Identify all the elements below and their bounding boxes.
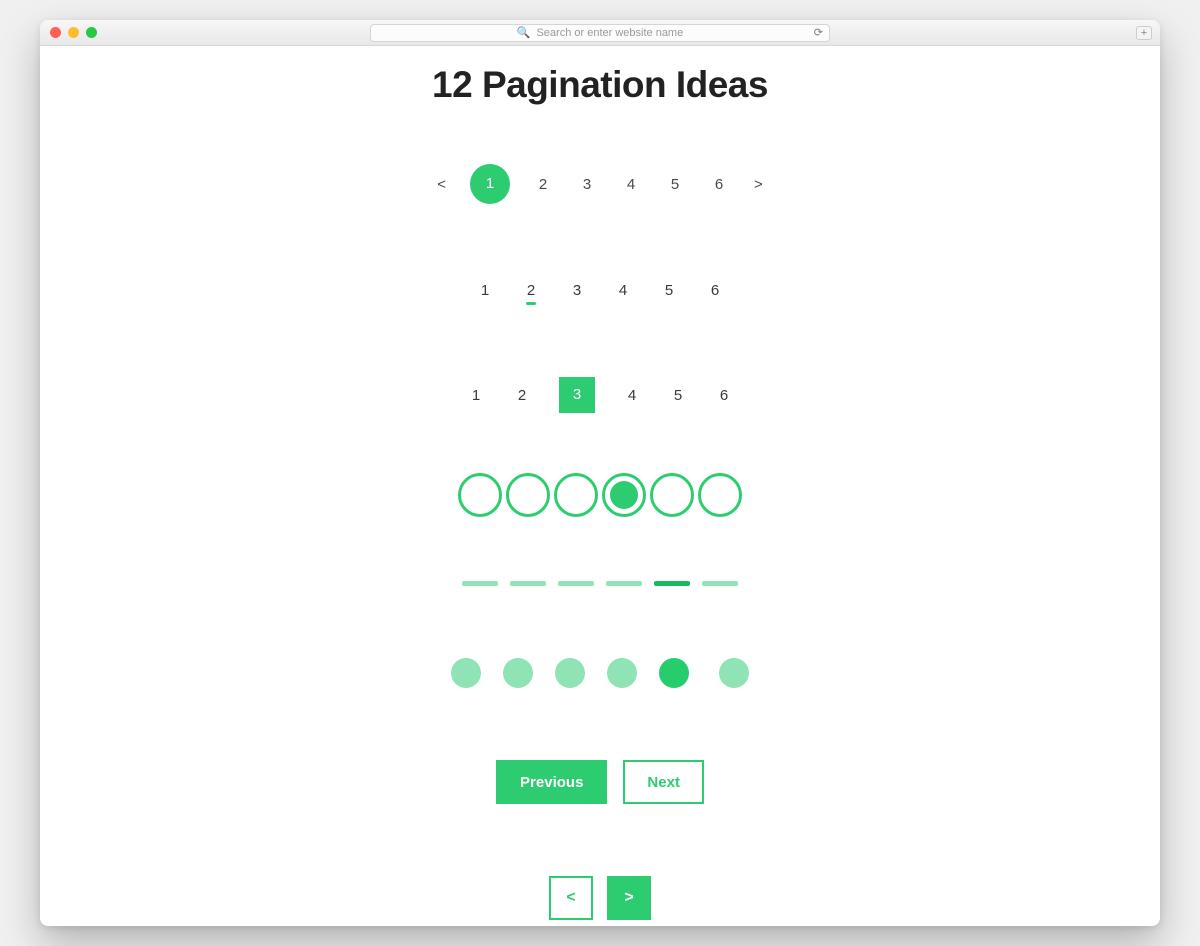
pagination-style-7: Previous Next: [496, 760, 704, 804]
page-number[interactable]: 1: [476, 282, 494, 299]
window-controls: [50, 27, 97, 38]
page-number[interactable]: 2: [522, 282, 540, 299]
address-bar[interactable]: 🔍 Search or enter website name ⟳: [370, 24, 830, 42]
page-number[interactable]: 6: [708, 176, 730, 193]
page-dash[interactable]: [654, 581, 690, 586]
page-dot[interactable]: [659, 658, 689, 688]
page-dot[interactable]: [607, 658, 637, 688]
page-dash[interactable]: [702, 581, 738, 586]
page-dash[interactable]: [606, 581, 642, 586]
browser-window: 🔍 Search or enter website name ⟳ + 12 Pa…: [40, 20, 1160, 926]
reload-icon[interactable]: ⟳: [814, 26, 823, 39]
pagination-style-5: [462, 581, 738, 586]
previous-button[interactable]: Previous: [496, 760, 607, 804]
page-number[interactable]: 6: [715, 387, 733, 404]
page-dot[interactable]: [503, 658, 533, 688]
page-number[interactable]: 1: [467, 387, 485, 404]
page-content: 12 Pagination Ideas < 1 2 3 4 5 6 > 1 2 …: [40, 46, 1160, 926]
page-number[interactable]: 5: [669, 387, 687, 404]
page-dot[interactable]: [506, 473, 550, 517]
maximize-button[interactable]: [86, 27, 97, 38]
titlebar: 🔍 Search or enter website name ⟳ +: [40, 20, 1160, 46]
pagination-stack: < 1 2 3 4 5 6 > 1 2 3 4 5 6 1 2: [40, 164, 1160, 920]
page-number[interactable]: 2: [513, 387, 531, 404]
page-title: 12 Pagination Ideas: [40, 64, 1160, 106]
pagination-style-8: < >: [549, 876, 651, 920]
close-button[interactable]: [50, 27, 61, 38]
pagination-style-1: < 1 2 3 4 5 6 >: [435, 164, 765, 204]
page-dot[interactable]: [698, 473, 742, 517]
page-number[interactable]: 3: [559, 377, 595, 413]
page-number[interactable]: 2: [532, 176, 554, 193]
pagination-style-3: 1 2 3 4 5 6: [467, 377, 733, 413]
page-dash[interactable]: [510, 581, 546, 586]
page-number[interactable]: 3: [568, 282, 586, 299]
page-dot[interactable]: [458, 473, 502, 517]
next-arrow[interactable]: >: [752, 176, 765, 193]
page-dash[interactable]: [462, 581, 498, 586]
page-dot[interactable]: [451, 658, 481, 688]
page-number[interactable]: 4: [623, 387, 641, 404]
page-dash[interactable]: [558, 581, 594, 586]
page-dot[interactable]: [602, 473, 646, 517]
page-number[interactable]: 4: [614, 282, 632, 299]
pagination-style-4: [458, 473, 742, 517]
page-dot[interactable]: [555, 658, 585, 688]
page-dot[interactable]: [719, 658, 749, 688]
page-dot[interactable]: [554, 473, 598, 517]
minimize-button[interactable]: [68, 27, 79, 38]
next-button[interactable]: Next: [623, 760, 704, 804]
page-dot[interactable]: [650, 473, 694, 517]
address-placeholder: Search or enter website name: [536, 27, 683, 39]
page-number[interactable]: 6: [706, 282, 724, 299]
pagination-style-2: 1 2 3 4 5 6: [476, 282, 724, 299]
page-number[interactable]: 4: [620, 176, 642, 193]
page-number[interactable]: 1: [470, 164, 510, 204]
new-tab-button[interactable]: +: [1136, 26, 1152, 40]
page-number[interactable]: 3: [576, 176, 598, 193]
next-button[interactable]: >: [607, 876, 651, 920]
search-icon: 🔍: [517, 26, 531, 39]
pagination-style-6: [451, 658, 749, 688]
prev-arrow[interactable]: <: [435, 176, 448, 193]
page-number[interactable]: 5: [660, 282, 678, 299]
page-number[interactable]: 5: [664, 176, 686, 193]
previous-button[interactable]: <: [549, 876, 593, 920]
